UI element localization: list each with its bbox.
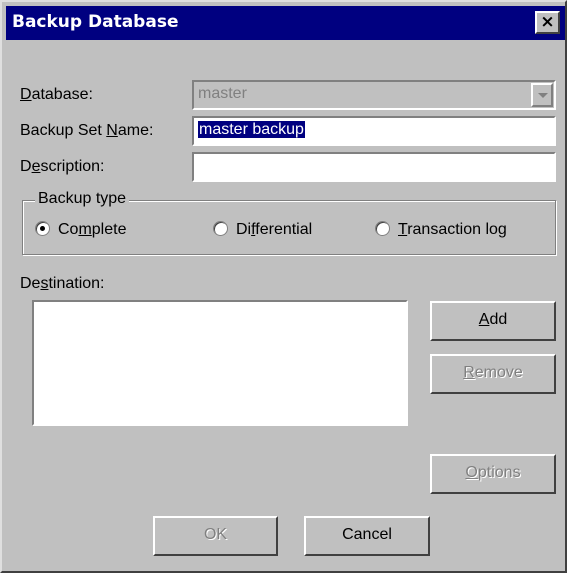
backup-type-legend: Backup type bbox=[35, 190, 130, 208]
radio-button-icon[interactable] bbox=[213, 221, 228, 237]
database-dropdown-button[interactable] bbox=[531, 83, 553, 107]
radio-transaction-log[interactable]: Transaction log bbox=[375, 221, 507, 239]
dialog-title: Backup Database bbox=[12, 12, 179, 32]
cancel-button[interactable]: Cancel bbox=[304, 516, 430, 556]
ok-button[interactable]: OK bbox=[153, 516, 278, 556]
add-button[interactable]: Add bbox=[430, 301, 556, 341]
backup-set-name-input[interactable]: master backup bbox=[192, 116, 556, 146]
radio-button-icon[interactable] bbox=[375, 221, 390, 237]
title-bar[interactable]: Backup Database × bbox=[6, 6, 565, 40]
close-icon: × bbox=[540, 12, 555, 32]
radio-complete[interactable]: Complete bbox=[35, 221, 126, 239]
backup-type-group: Backup type Complete Differential Transa… bbox=[22, 190, 556, 255]
options-button[interactable]: Options bbox=[430, 454, 556, 494]
close-button[interactable]: × bbox=[535, 11, 560, 34]
backup-set-name-value: master backup bbox=[198, 121, 305, 138]
destination-list[interactable] bbox=[32, 300, 408, 426]
backup-database-dialog: Backup Database × Database: master Backu… bbox=[0, 0, 567, 573]
database-select[interactable]: master bbox=[192, 80, 556, 110]
description-input[interactable] bbox=[192, 152, 556, 182]
backup-set-name-label: Backup Set Name: bbox=[20, 122, 154, 139]
radio-differential[interactable]: Differential bbox=[213, 221, 312, 239]
destination-label: Destination: bbox=[20, 275, 105, 292]
description-label: Description: bbox=[20, 158, 105, 175]
database-label: Database: bbox=[20, 86, 93, 103]
remove-button[interactable]: Remove bbox=[430, 354, 556, 394]
database-value: master bbox=[198, 85, 247, 102]
radio-button-icon[interactable] bbox=[35, 221, 50, 237]
chevron-down-icon bbox=[538, 93, 548, 98]
